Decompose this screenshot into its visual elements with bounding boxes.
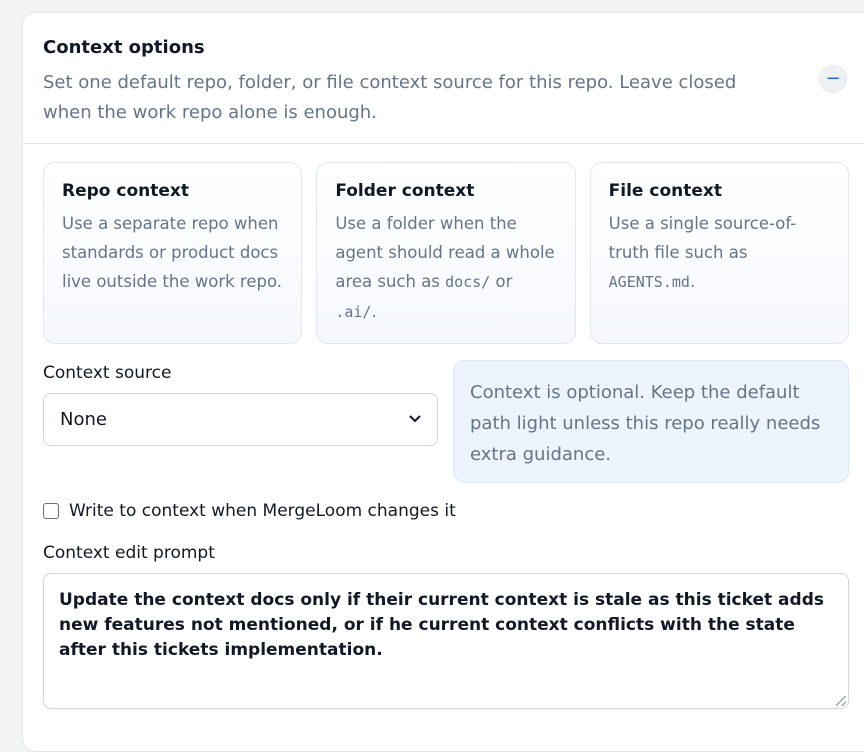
- context-options-panel: Context options Set one default repo, fo…: [22, 12, 864, 752]
- card-description-text: Use a single source-of-truth file such a…: [608, 214, 797, 262]
- context-source-value: None: [60, 409, 107, 430]
- context-edit-prompt-textarea[interactable]: Update the context docs only if their cu…: [43, 573, 849, 709]
- folder-context-card: Folder context Use a folder when the age…: [316, 162, 576, 344]
- chevron-down-icon: [409, 412, 421, 427]
- card-title: File context: [608, 181, 722, 201]
- code-docs: docs/: [445, 273, 491, 291]
- write-context-checkbox[interactable]: [43, 503, 59, 519]
- panel-description: Set one default repo, folder, or file co…: [43, 72, 737, 123]
- card-description: Use a folder when the agent should read …: [335, 209, 556, 327]
- card-title: Folder context: [335, 181, 475, 201]
- write-context-label: Write to context when MergeLoom changes …: [69, 501, 456, 521]
- prompt-text: Update the context docs only if their cu…: [59, 590, 824, 660]
- info-text: Context is optional. Keep the default pa…: [470, 382, 821, 465]
- resize-grip-icon[interactable]: [836, 696, 846, 706]
- code-ai: .ai/: [335, 303, 372, 321]
- context-source-label: Context source: [43, 363, 172, 383]
- code-agents-md: AGENTS.md: [608, 273, 690, 291]
- card-title: Repo context: [62, 181, 189, 201]
- card-description-text: .: [371, 302, 377, 321]
- context-info-box: Context is optional. Keep the default pa…: [453, 360, 849, 483]
- card-description-text: or: [490, 272, 513, 291]
- minus-icon: −: [825, 68, 841, 89]
- repo-context-card: Repo context Use a separate repo when st…: [43, 162, 303, 344]
- context-source-select[interactable]: None: [43, 393, 438, 446]
- write-context-checkbox-row[interactable]: Write to context when MergeLoom changes …: [43, 501, 456, 521]
- panel-header: Context options Set one default repo, fo…: [23, 13, 864, 144]
- card-description-text: .: [689, 272, 696, 291]
- card-description: Use a single source-of-truth file such a…: [609, 209, 830, 297]
- panel-title: Context options: [43, 37, 205, 58]
- context-edit-prompt-label: Context edit prompt: [43, 543, 215, 563]
- file-context-card: File context Use a single source-of-trut…: [589, 162, 849, 344]
- card-description: Use a separate repo when standards or pr…: [62, 214, 282, 291]
- collapse-button[interactable]: −: [819, 65, 847, 93]
- context-type-cards: Repo context Use a separate repo when st…: [43, 162, 849, 344]
